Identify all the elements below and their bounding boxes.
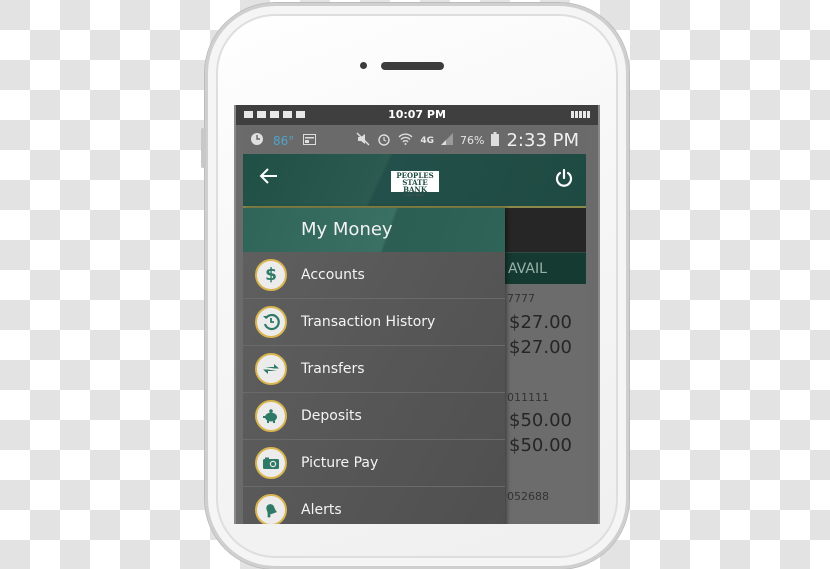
piggy-bank-icon <box>255 400 287 432</box>
menu-item-label: Transfers <box>301 361 365 377</box>
background-header-strip <box>505 208 586 252</box>
drawer-title: My Money <box>243 208 505 252</box>
back-arrow-icon[interactable] <box>259 166 279 191</box>
menu-item-alerts[interactable]: Alerts <box>243 487 505 524</box>
battery-percent: 76% <box>460 134 485 147</box>
phone-camera <box>360 62 367 69</box>
phone-screen: 10:07 PM 86° 4G 76% 2:33 PM PEOPLES STAT… <box>234 105 600 524</box>
transfer-arrows-icon <box>255 353 287 385</box>
app-header: PEOPLES STATE BANK AND TRUST <box>243 154 586 208</box>
menu-item-label: Alerts <box>301 502 342 518</box>
available-column-header: Y AVAIL <box>493 252 586 284</box>
menu-item-transfers[interactable]: Transfers <box>243 346 505 393</box>
ios-status-bar: 10:07 PM <box>236 105 598 125</box>
menu-item-deposits[interactable]: Deposits <box>243 393 505 440</box>
camera-money-icon <box>255 447 287 479</box>
logo-line-2: STATE BANK <box>402 178 428 194</box>
battery-icon <box>491 132 500 149</box>
navigation-drawer: My Money $ Accounts Transaction History … <box>243 208 505 524</box>
account-amount: $50.00 <box>509 410 572 431</box>
accounts-list-background: 7777 $27.00 $27.00 011111 $50.00 $50.00 … <box>501 284 586 524</box>
phone-side-button <box>201 128 206 168</box>
account-amount: $27.00 <box>509 312 572 333</box>
battery-bars-icon <box>571 111 590 118</box>
menu-item-label: Deposits <box>301 408 362 424</box>
cell-signal-icon <box>441 133 454 148</box>
menu-item-label: Accounts <box>301 267 365 283</box>
history-icon <box>255 306 287 338</box>
phone-speaker <box>381 62 444 70</box>
menu-item-label: Picture Pay <box>301 455 379 471</box>
account-amount: $50.00 <box>509 435 572 456</box>
news-icon <box>303 133 317 148</box>
menu-item-transaction-history[interactable]: Transaction History <box>243 299 505 346</box>
bell-icon <box>255 494 287 524</box>
power-logout-icon[interactable] <box>554 168 574 188</box>
android-status-bar: 86° 4G 76% 2:33 PM <box>243 127 586 154</box>
menu-item-accounts[interactable]: $ Accounts <box>243 252 505 299</box>
android-clock: 2:33 PM <box>506 130 579 151</box>
temperature: 86° <box>273 133 295 148</box>
app-frame: 86° 4G 76% 2:33 PM PEOPLES STATE BANK AN… <box>243 127 586 524</box>
network-type: 4G <box>420 135 435 146</box>
account-number: 7777 <box>507 292 535 305</box>
menu-item-label: Transaction History <box>301 314 436 330</box>
weather-clock-icon <box>250 132 264 149</box>
ios-clock: 10:07 PM <box>388 108 446 121</box>
account-number: 052688 <box>507 490 549 503</box>
dollar-icon: $ <box>255 259 287 291</box>
account-amount: $27.00 <box>509 337 572 358</box>
bank-logo: PEOPLES STATE BANK AND TRUST <box>391 171 439 197</box>
app-content: Y AVAIL 7777 $27.00 $27.00 011111 $50.00… <box>243 208 586 524</box>
alarm-icon <box>377 132 391 149</box>
account-number: 011111 <box>507 391 549 404</box>
menu-item-picture-pay[interactable]: Picture Pay <box>243 440 505 487</box>
mute-icon <box>356 132 370 149</box>
wifi-icon <box>398 132 413 149</box>
logo-line-3: AND TRUST <box>405 193 425 197</box>
